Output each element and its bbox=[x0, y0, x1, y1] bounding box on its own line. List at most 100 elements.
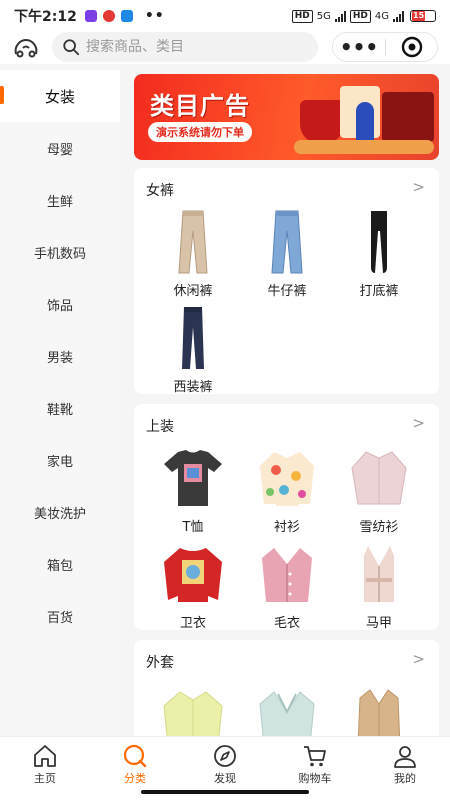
product-tile[interactable] bbox=[148, 682, 238, 736]
sidebar-item-label: 美妆洗护 bbox=[33, 506, 86, 522]
product-name: 马甲 bbox=[365, 616, 392, 631]
tab-home[interactable]: 主页 bbox=[0, 737, 90, 800]
product-tile[interactable]: 马甲 bbox=[334, 538, 424, 631]
search-input[interactable] bbox=[86, 39, 286, 55]
network-label: 4G bbox=[374, 10, 389, 22]
product-tile[interactable] bbox=[242, 682, 332, 736]
sidebar-item-label: 母婴 bbox=[46, 142, 73, 158]
battery-icon: 15 bbox=[410, 10, 436, 22]
sidebar-item-beauty[interactable]: 美妆洗护 bbox=[0, 486, 120, 538]
sidebar-item-label: 手机数码 bbox=[33, 246, 86, 262]
category-content: 类目广告 演示系统请勿下单 女裤 > 休闲裤 牛仔裤 打底裤 西装裤 上装 > … bbox=[120, 70, 450, 736]
chevron-right-icon[interactable]: > bbox=[412, 650, 425, 668]
compass-icon bbox=[214, 745, 236, 767]
section-title: 外套 bbox=[146, 655, 174, 671]
home-icon bbox=[34, 745, 56, 767]
product-name: 毛衣 bbox=[273, 616, 300, 631]
sidebar-item-jewelry[interactable]: 饰品 bbox=[0, 278, 120, 330]
sweatshirt-image bbox=[148, 538, 238, 610]
leggings-image bbox=[334, 206, 424, 278]
tab-label: 发现 bbox=[214, 772, 236, 785]
blazer-image bbox=[242, 682, 332, 736]
sidebar-item-digital[interactable]: 手机数码 bbox=[0, 226, 120, 278]
casual-pants-image bbox=[148, 206, 238, 278]
product-tile[interactable]: 毛衣 bbox=[242, 538, 332, 631]
product-tile[interactable]: 打底裤 bbox=[334, 206, 424, 299]
logo-icon[interactable] bbox=[12, 34, 40, 62]
product-tile[interactable]: 雪纺衫 bbox=[334, 442, 424, 535]
section-title: 上装 bbox=[146, 419, 174, 435]
sidebar-item-shoes[interactable]: 鞋靴 bbox=[0, 382, 120, 434]
status-indicators: HD 5G HD 4G 15 bbox=[291, 9, 436, 23]
yellow-jacket-image bbox=[148, 682, 238, 736]
search-bar[interactable] bbox=[52, 32, 318, 62]
product-tile[interactable]: T恤 bbox=[148, 442, 238, 535]
tab-label: 主页 bbox=[34, 772, 56, 785]
trench-coat-image bbox=[334, 682, 424, 736]
section-title: 女裤 bbox=[146, 183, 174, 199]
sidebar-item-label: 生鲜 bbox=[46, 194, 73, 210]
sidebar-item-label: 饰品 bbox=[46, 298, 73, 314]
tab-profile[interactable]: 我的 bbox=[360, 737, 450, 800]
section-card-tops: 上装 > T恤 衬衫 雪纺衫 卫衣 毛衣 马甲 bbox=[134, 404, 439, 631]
chiffon-blouse-image bbox=[334, 442, 424, 514]
gift-box-image bbox=[300, 100, 344, 144]
sidebar-item-appliances[interactable]: 家电 bbox=[0, 434, 120, 486]
home-indicator[interactable] bbox=[141, 790, 309, 794]
search-icon bbox=[63, 39, 80, 56]
chevron-right-icon[interactable]: > bbox=[412, 414, 425, 432]
sidebar-item-label: 百货 bbox=[46, 610, 73, 626]
category-sidebar: 女装 母婴 生鲜 手机数码 饰品 男装 鞋靴 家电 美妆洗护 箱包 百货 bbox=[0, 70, 120, 736]
app-badge-icon bbox=[120, 10, 133, 22]
section-card-womens-pants: 女裤 > 休闲裤 牛仔裤 打底裤 西装裤 bbox=[134, 168, 439, 395]
ad-banner[interactable]: 类目广告 演示系统请勿下单 bbox=[134, 74, 439, 160]
profile-icon bbox=[394, 746, 416, 768]
more-button[interactable]: ••• bbox=[333, 34, 385, 60]
hd-badge: HD bbox=[349, 9, 371, 23]
hd-badge: HD bbox=[291, 9, 313, 23]
top-bar: ••• bbox=[0, 32, 450, 64]
product-name: T恤 bbox=[182, 520, 204, 535]
tab-label: 我的 bbox=[394, 772, 416, 785]
product-name: 雪纺衫 bbox=[359, 520, 399, 535]
target-icon bbox=[401, 36, 422, 58]
product-name: 西装裤 bbox=[173, 380, 213, 395]
signal-icon bbox=[393, 10, 404, 22]
product-tile[interactable]: 牛仔裤 bbox=[242, 206, 332, 299]
gift-box-image bbox=[382, 92, 434, 142]
close-button[interactable] bbox=[386, 36, 437, 58]
shirt-image bbox=[242, 442, 332, 514]
chevron-right-icon[interactable]: > bbox=[412, 178, 425, 196]
sidebar-item-women[interactable]: 女装 bbox=[0, 70, 120, 122]
cart-icon bbox=[304, 746, 326, 767]
sweater-image bbox=[242, 538, 332, 610]
product-tile[interactable]: 西装裤 bbox=[148, 302, 238, 395]
product-tile[interactable]: 衬衫 bbox=[242, 442, 332, 535]
tshirt-image bbox=[148, 442, 238, 514]
product-tile[interactable]: 卫衣 bbox=[148, 538, 238, 631]
sidebar-item-label: 男装 bbox=[46, 350, 73, 366]
vest-image bbox=[334, 538, 424, 610]
sidebar-item-fresh[interactable]: 生鲜 bbox=[0, 174, 120, 226]
product-tile[interactable]: 休闲裤 bbox=[148, 206, 238, 299]
app-badge-icon bbox=[102, 10, 115, 22]
banner-title: 类目广告 bbox=[150, 92, 250, 120]
banner-subtitle: 演示系统请勿下单 bbox=[148, 122, 252, 142]
status-time: 下午2:12 bbox=[14, 9, 77, 25]
status-dots: •• bbox=[144, 8, 165, 24]
signal-icon bbox=[334, 10, 346, 22]
sidebar-item-men[interactable]: 男装 bbox=[0, 330, 120, 382]
sidebar-item-label: 家电 bbox=[46, 454, 73, 470]
status-bar: 下午2:12 •• HD 5G HD 4G 15 bbox=[0, 0, 450, 32]
product-name: 打底裤 bbox=[359, 284, 399, 299]
sidebar-item-general[interactable]: 百货 bbox=[0, 590, 120, 642]
sidebar-item-bags[interactable]: 箱包 bbox=[0, 538, 120, 590]
sidebar-item-baby[interactable]: 母婴 bbox=[0, 122, 120, 174]
tab-label: 分类 bbox=[124, 772, 146, 785]
sidebar-item-label: 箱包 bbox=[46, 558, 73, 574]
product-tile[interactable] bbox=[334, 682, 424, 736]
tab-label: 购物车 bbox=[298, 772, 332, 785]
mini-program-capsule: ••• bbox=[332, 32, 438, 62]
sidebar-item-label: 女装 bbox=[44, 87, 75, 106]
category-icon bbox=[123, 744, 147, 768]
